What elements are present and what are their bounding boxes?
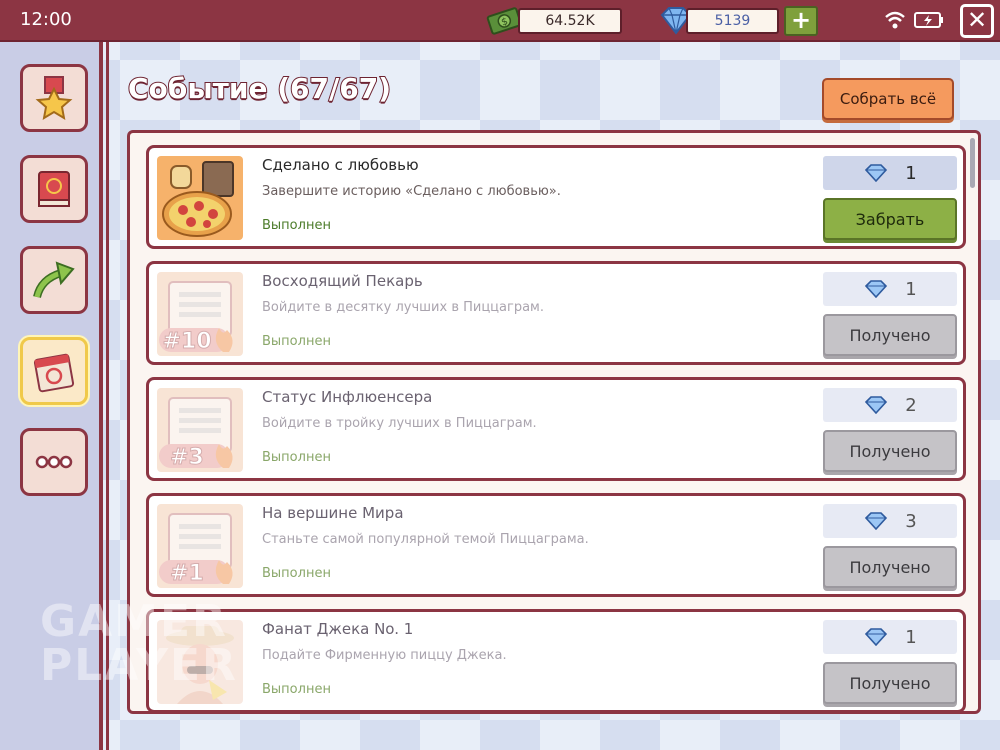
- task-thumbnail: [157, 156, 243, 240]
- task-reward: 1: [823, 620, 957, 654]
- task-title: Фанат Джека No. 1: [262, 620, 414, 638]
- task-reward: 3: [823, 504, 957, 538]
- task-reward: 2: [823, 388, 957, 422]
- reward-amount: 1: [905, 162, 917, 184]
- calendar-event-icon: [33, 353, 75, 393]
- gem-icon: [865, 512, 888, 530]
- sidebar-item-more[interactable]: [20, 428, 88, 496]
- claim-button[interactable]: Забрать: [823, 198, 957, 240]
- sidebar-item-recipes[interactable]: [20, 155, 88, 223]
- clock: 12:00: [20, 9, 72, 30]
- sidebar-item-growth[interactable]: [20, 246, 88, 314]
- task-status: Выполнен: [262, 682, 331, 697]
- gem-icon: [865, 628, 888, 646]
- wifi-icon: [885, 11, 905, 29]
- gem-counter: 5139: [686, 8, 779, 34]
- sidebar-item-events[interactable]: [20, 337, 88, 405]
- received-button[interactable]: Получено: [823, 430, 957, 472]
- task-title: Статус Инфлюенсера: [262, 388, 433, 406]
- watermark-logo: GAMER PLAYER: [40, 596, 238, 691]
- task-description: Завершите историю «Сделано с любовью».: [262, 184, 561, 199]
- svg-text:#1: #1: [170, 561, 204, 586]
- task-description: Станьте самой популярной темой Пиццаграм…: [262, 532, 589, 547]
- reward-amount: 1: [905, 626, 917, 648]
- task-thumbnail: #10: [157, 272, 243, 356]
- sidebar-item-achievements[interactable]: [20, 64, 88, 132]
- task-thumbnail: #3: [157, 388, 243, 472]
- task-description: Войдите в тройку лучших в Пиццаграм.: [262, 416, 537, 431]
- received-button[interactable]: Получено: [823, 662, 957, 704]
- task-status: Выполнен: [262, 450, 331, 465]
- task-reward: 1: [823, 156, 957, 190]
- more-icon: [35, 455, 73, 469]
- svg-text:#10: #10: [162, 329, 211, 354]
- add-gems-button[interactable]: +: [784, 6, 818, 36]
- task-title: На вершине Мира: [262, 504, 404, 522]
- task-reward: 1: [823, 272, 957, 306]
- close-button[interactable]: ✕: [960, 4, 994, 38]
- task-card: Фанат Джека No. 1 Подайте Фирменную пиццу…: [146, 609, 966, 711]
- gem-icon: [865, 280, 888, 298]
- task-description: Подайте Фирменную пиццу Джека.: [262, 648, 507, 663]
- reward-amount: 3: [905, 510, 917, 532]
- task-card: #3 Статус Инфлюенсера Войдите в тройку луч…: [146, 377, 966, 481]
- task-title: Сделано с любовью: [262, 156, 419, 174]
- growth-arrow-icon: [33, 261, 75, 299]
- reward-amount: 1: [905, 278, 917, 300]
- page-title: Событие (67/67): [127, 71, 392, 106]
- task-status: Выполнен: [262, 566, 331, 581]
- task-description: Войдите в десятку лучших в Пиццаграм.: [262, 300, 544, 315]
- gem-icon: [865, 396, 888, 414]
- gem-icon: [865, 164, 888, 182]
- scrollbar[interactable]: [970, 138, 975, 188]
- recipe-book-icon: [38, 171, 70, 207]
- task-card: #10 Восходящий Пекарь Войдите в десятку лу…: [146, 261, 966, 365]
- svg-text:#3: #3: [170, 445, 204, 470]
- reward-amount: 2: [905, 394, 917, 416]
- received-button[interactable]: Получено: [823, 546, 957, 588]
- task-status: Выполнен: [262, 218, 331, 233]
- top-status-bar: 12:00 $ 64.52K 5139 + ✕: [0, 0, 1000, 42]
- received-button[interactable]: Получено: [823, 314, 957, 356]
- task-list[interactable]: Сделано с любовью Завершите историю «Сдел…: [127, 130, 981, 714]
- task-card: Сделано с любовью Завершите историю «Сдел…: [146, 145, 966, 249]
- collect-all-button[interactable]: Собрать всё: [822, 78, 954, 120]
- task-status: Выполнен: [262, 334, 331, 349]
- battery-icon: [914, 12, 943, 28]
- cash-counter: 64.52K: [518, 8, 622, 34]
- task-card: #1 На вершине Мира Станьте самой популярно…: [146, 493, 966, 597]
- medal-icon: [35, 76, 73, 120]
- task-title: Восходящий Пекарь: [262, 272, 423, 290]
- task-thumbnail: #1: [157, 504, 243, 588]
